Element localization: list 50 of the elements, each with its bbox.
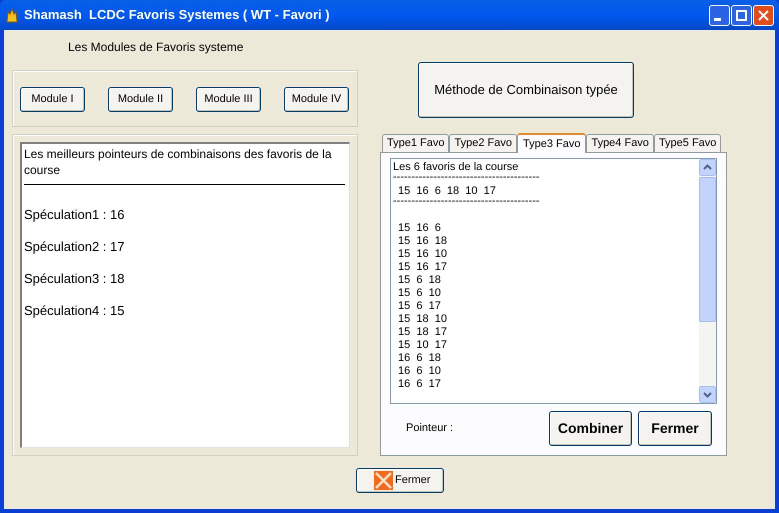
pointer-label: Pointeur : [406, 421, 454, 436]
scroll-up-icon[interactable] [699, 159, 716, 176]
minimize-button[interactable] [709, 4, 730, 26]
combination-line: 15 16 17 [398, 261, 448, 274]
combination-line: 15 16 10 [398, 248, 448, 261]
maximize-button[interactable] [731, 4, 752, 26]
combination-line: 16 6 18 [398, 352, 442, 365]
maximize-icon [735, 8, 748, 22]
close-button[interactable] [753, 4, 774, 26]
scroll-down-icon[interactable] [699, 386, 716, 403]
favorites-line: 15 16 6 18 10 17 [398, 185, 497, 198]
module-button[interactable]: Module IV [284, 86, 349, 112]
tab[interactable]: Type5 Favo [654, 134, 722, 152]
combination-line: 15 6 10 [398, 287, 442, 300]
combination-line: 15 6 17 [398, 300, 442, 313]
separator-line: ---------------------------------------- [393, 174, 541, 182]
combination-line: 15 16 18 [398, 235, 448, 248]
results-heading: Les meilleurs pointeurs de combinaisons des favoris de la course [24, 146, 332, 178]
close-button[interactable]: Fermer [638, 411, 712, 446]
minimize-icon [714, 18, 721, 20]
app-icon [4, 7, 20, 23]
separator-line: ---------------------------------------- [393, 198, 541, 206]
modules-heading: Les Modules de Favoris systeme [68, 39, 244, 55]
combine-button[interactable]: Combiner [549, 411, 632, 446]
speculation-line: Spéculation1 : 16 [24, 207, 126, 223]
tab[interactable]: Type4 Favo [586, 134, 654, 152]
module-button[interactable]: Module III [196, 86, 261, 112]
module-button[interactable]: Module I [20, 86, 85, 112]
combination-line: 16 6 10 [398, 365, 442, 378]
footer-close-button[interactable]: Fermer [356, 468, 444, 493]
cross-icon [374, 471, 393, 490]
combination-line: 16 6 17 [398, 378, 442, 391]
combination-line: 15 6 18 [398, 274, 442, 287]
combination-line: 15 16 6 [398, 222, 442, 235]
combination-line: 15 18 17 [398, 326, 448, 339]
scroll-thumb[interactable] [699, 177, 716, 322]
speculation-line: Spéculation4 : 15 [24, 303, 126, 319]
tab[interactable]: Type1 Favo [382, 134, 450, 152]
module-button[interactable]: Module II [108, 86, 173, 112]
combination-line: 15 18 10 [398, 313, 448, 326]
combination-line: 15 10 17 [398, 339, 448, 352]
speculation-line: Spéculation2 : 17 [24, 239, 126, 255]
method-button[interactable]: Méthode de Combinaison typée [418, 62, 634, 118]
close-icon [757, 8, 770, 22]
speculation-line: Spéculation3 : 18 [24, 271, 126, 287]
list-title: Les 6 favoris de la course [393, 161, 520, 174]
tab[interactable]: Type3 Favo [516, 133, 586, 153]
scrollbar[interactable] [699, 159, 716, 403]
tab[interactable]: Type2 Favo [449, 134, 517, 152]
window-title: Shamash LCDC Favoris Systemes ( WT - Favori ) [24, 6, 330, 24]
